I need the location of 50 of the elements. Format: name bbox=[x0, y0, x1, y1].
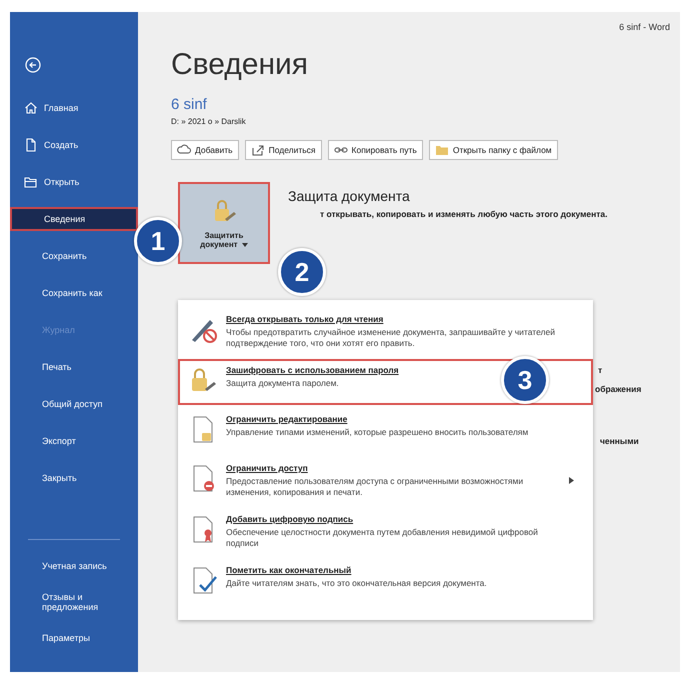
section-description: т открывать, копировать и изменять любую часть этого документа. bbox=[320, 209, 608, 219]
folder-icon bbox=[24, 175, 38, 189]
toolbar-button[interactable]: Добавить bbox=[171, 140, 239, 160]
covered-text: т bbox=[598, 365, 602, 375]
menu-item-description: Чтобы предотвратить случайное изменение документа, запрашивайте у читателей подтверждение того, что они хотят его править. bbox=[226, 327, 556, 350]
page-title: Сведения bbox=[171, 48, 310, 82]
caret-icon bbox=[242, 243, 248, 247]
sidebar-item[interactable]: Печать bbox=[10, 355, 138, 379]
folder-icon bbox=[434, 143, 449, 157]
share-icon bbox=[250, 143, 265, 157]
sidebar-item[interactable]: Экспорт bbox=[10, 429, 138, 453]
menu-item-description: Управление типами изменений, которые разрешено вносить пользователям bbox=[226, 426, 528, 438]
sidebar-item[interactable]: Открыть bbox=[10, 170, 138, 194]
menu-item-title: Ограничить редактирование bbox=[226, 414, 348, 424]
toolbar-button[interactable]: Копировать путь bbox=[328, 140, 423, 160]
menu-item[interactable]: Добавить цифровую подпись Обеспечение целостности документа путем добавления невидимой цифровой подписи bbox=[178, 508, 593, 556]
sidebar-item[interactable]: Сохранить как bbox=[10, 281, 138, 305]
section-heading: Защита документа bbox=[288, 188, 411, 204]
sidebar-item[interactable]: Отзывы и предложения bbox=[10, 590, 110, 614]
document-icon bbox=[24, 138, 38, 152]
menu-item[interactable]: Пометить как окончательный Дайте читателям знать, что это окончательная версия документа. bbox=[178, 558, 593, 605]
back-button[interactable] bbox=[24, 56, 42, 74]
sidebar-item[interactable]: Сведения bbox=[10, 207, 138, 231]
document-name: 6 sinf bbox=[171, 96, 208, 113]
menu-item-title: Ограничить доступ bbox=[226, 462, 308, 473]
menu-item-title: Всегда открывать только для чтения bbox=[226, 314, 384, 324]
home-icon bbox=[24, 101, 38, 115]
menu-item[interactable]: Ограничить доступ Предоставление пользователям доступа с ограниченными возможностями изменения, копирования и печати. bbox=[178, 456, 593, 505]
menu-item-description: Дайте читателям знать, что это окончательная версия документа. bbox=[226, 578, 487, 590]
sidebar-item[interactable]: Главная bbox=[10, 96, 138, 120]
menu-item-description: Защита документа паролем. bbox=[226, 378, 339, 390]
protect-document-button[interactable]: Защитить документ bbox=[178, 182, 270, 264]
menu-item-description: Предоставление пользователям доступа с ограниченными возможностями изменения, копирования и печати. bbox=[226, 476, 524, 499]
window-title: 6 sinf - Word bbox=[619, 22, 670, 32]
sidebar-item[interactable]: Закрыть bbox=[10, 466, 138, 490]
sidebar-item[interactable]: Общий доступ bbox=[10, 392, 138, 416]
sidebar-item[interactable]: Параметры bbox=[10, 626, 110, 650]
menu-item-description: Обеспечение целостности документа путем добавления невидимой цифровой подписи bbox=[226, 526, 539, 550]
menu-item-title: Пометить как окончательный bbox=[226, 564, 352, 575]
sidebar-item[interactable]: Учетная запись bbox=[10, 554, 110, 578]
menu-item[interactable]: Ограничить редактирование Управление типами изменений, которые разрешено вносить пользователям bbox=[178, 408, 593, 454]
toolbar-button[interactable]: Поделиться bbox=[244, 140, 322, 160]
file-path: D: » 2021 o » Darslik bbox=[171, 117, 247, 126]
toolbar-button[interactable]: Открыть папку с файлом bbox=[428, 140, 558, 160]
menu-item-title: Зашифровать с использованием пароля bbox=[226, 364, 399, 375]
covered-text: ображения bbox=[595, 384, 642, 394]
sidebar-item[interactable]: Создать bbox=[10, 133, 138, 157]
menu-item[interactable]: Всегда открывать только для чтения Чтобы предотвратить случайное изменение документа, запрашивайте у читателей подтверждение того, что они хотят его править. bbox=[178, 308, 593, 356]
covered-text: ченными bbox=[600, 436, 639, 446]
menu-item-title: Добавить цифровую подпись bbox=[226, 514, 354, 524]
